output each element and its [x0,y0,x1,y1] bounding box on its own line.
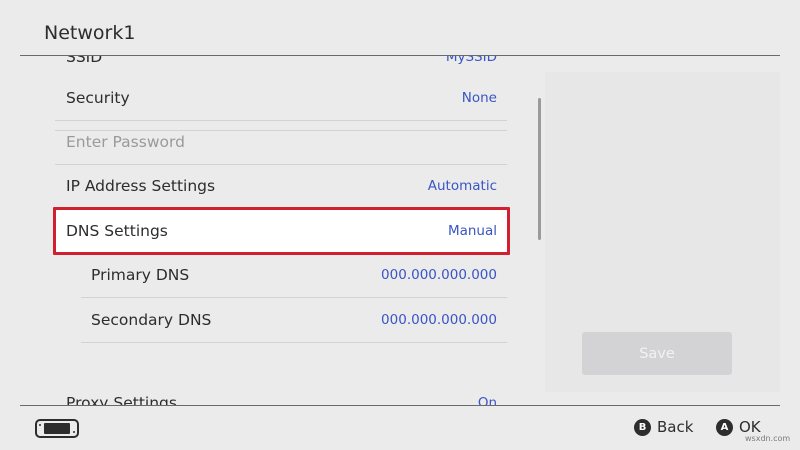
dns-settings-label: DNS Settings [66,222,168,240]
list-item-password[interactable]: Enter Password [55,120,507,164]
list-item-primary-dns[interactable]: Primary DNS 000.000.000.000 [55,253,507,297]
list-item-proxy-settings[interactable]: Proxy Settings On [55,381,507,405]
footer-divider [20,405,780,406]
dns-settings-value: Manual [447,223,497,239]
primary-dns-label: Primary DNS [91,266,190,284]
watermark: wsxdn.com [745,434,791,443]
list-item-ip-address-settings[interactable]: IP Address Settings Automatic [55,164,507,208]
ssid-label: SSID [66,56,103,66]
primary-dns-value: 000.000.000.000 [381,267,497,283]
secondary-dns-label: Secondary DNS [91,311,212,329]
security-label: Security [66,89,130,107]
list-item-security[interactable]: Security None [55,76,507,120]
password-label: Enter Password [66,133,185,151]
security-value: None [461,90,497,106]
page-title: Network1 [44,22,136,44]
list-item-dns-settings[interactable]: DNS Settings Manual [56,210,507,252]
back-button[interactable]: B Back [634,418,693,436]
dns-settings-highlight[interactable]: DNS Settings Manual [53,207,510,255]
ssid-value: MySSID [445,56,497,65]
ip-settings-value: Automatic [427,178,497,194]
secondary-dns-value: 000.000.000.000 [381,312,497,328]
b-button-icon: B [634,418,651,436]
scrollbar[interactable] [538,98,541,240]
proxy-settings-label: Proxy Settings [66,394,177,405]
save-button[interactable]: Save [582,332,732,375]
a-button-icon: A [716,418,733,436]
back-label: Back [657,418,694,436]
divider [81,342,507,343]
header: Network1 [0,0,800,56]
ip-settings-label: IP Address Settings [66,177,216,195]
console-icon [35,419,79,438]
list-item-secondary-dns[interactable]: Secondary DNS 000.000.000.000 [55,298,507,342]
proxy-settings-value: On [477,395,497,405]
